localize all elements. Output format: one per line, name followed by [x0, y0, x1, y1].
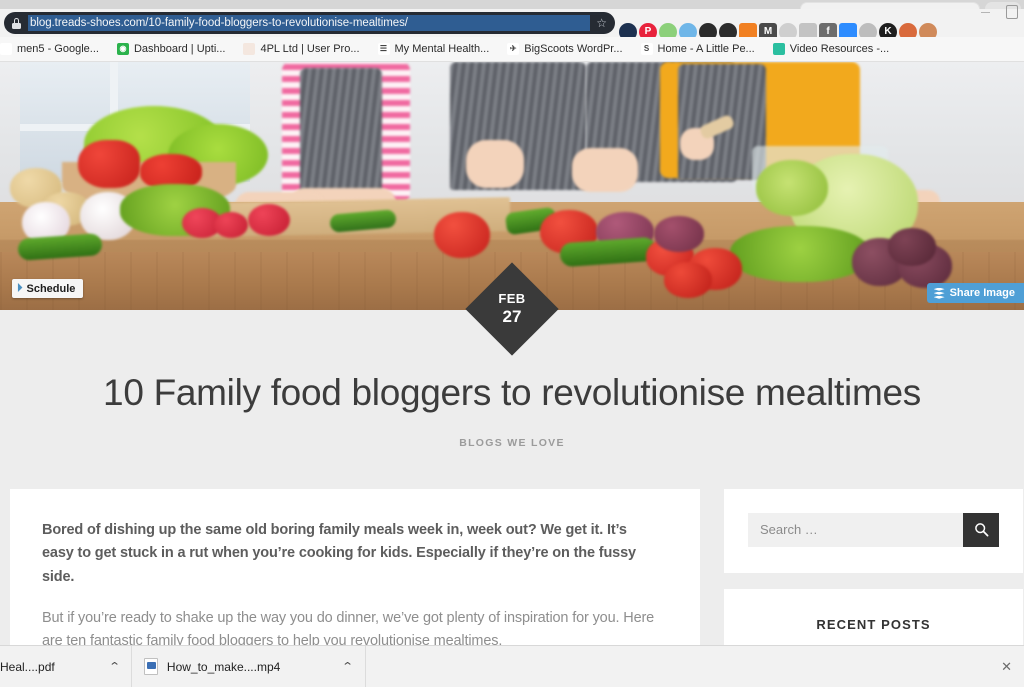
browser-window: blog.treads-shoes.com/10-family-food-blo… [0, 0, 1024, 687]
download-filename: Heal....pdf [0, 659, 55, 674]
bookmark-item[interactable]: S Home - A Little Pe... [632, 43, 764, 55]
google-docs-icon [0, 43, 12, 55]
tidal-icon: ☰ [377, 43, 390, 55]
tab-strip [0, 0, 1024, 10]
lettuce-bowl [756, 160, 828, 216]
post-date-badge: FEB 27 [465, 262, 559, 356]
bookmark-label: Dashboard | Upti... [133, 43, 226, 55]
adult-hand-center [466, 140, 524, 188]
recent-posts-widget: RECENT POSTS [724, 588, 1023, 645]
search-icon [974, 523, 988, 537]
tomato-right-pile-2 [664, 262, 712, 298]
download-item[interactable]: How_to_make....mp4 ⌃ [132, 645, 366, 687]
post-category[interactable]: BLOGS WE LOVE [45, 437, 979, 449]
bookmark-label: men5 - Google... [17, 43, 99, 55]
download-filename: How_to_make....mp4 [166, 659, 281, 674]
uptime-robot-icon: ◉ [116, 43, 129, 55]
bookmark-item[interactable]: Video Resources -... [764, 43, 898, 55]
chevron-up-icon[interactable]: ⌃ [108, 660, 120, 673]
article-body: Bored of dishing up the same old boring … [10, 488, 700, 645]
sidebar: RECENT POSTS [724, 488, 1023, 645]
schedule-button-label: Schedule [26, 282, 76, 295]
bookmarks-overflow-dash [981, 12, 990, 13]
share-image-button[interactable]: Share Image [926, 283, 1024, 303]
bookmark-label: Video Resources -... [789, 43, 890, 55]
content-row: Bored of dishing up the same old boring … [0, 488, 1024, 645]
bookmark-item[interactable]: ◉ Dashboard | Upti... [108, 43, 235, 55]
browser-toolbar: blog.treads-shoes.com/10-family-food-blo… [0, 9, 1024, 41]
url-text[interactable]: blog.treads-shoes.com/10-family-food-blo… [28, 15, 591, 31]
red-onion-right [654, 216, 704, 252]
page-icon [243, 43, 256, 55]
page-title: 10 Family food bloggers to revolutionise… [103, 372, 921, 413]
bookmark-item[interactable]: men5 - Google... [0, 43, 108, 55]
red-pepper [78, 140, 140, 188]
recent-posts-title: RECENT POSTS [816, 616, 931, 632]
squarespace-s-icon: S [640, 43, 653, 55]
star-icon[interactable]: ☆ [596, 17, 607, 29]
bigscoots-icon: ✈ [507, 43, 520, 55]
radish-2 [214, 212, 248, 238]
bookmarks-overflow-button[interactable] [1006, 5, 1018, 19]
video-file-icon [143, 658, 158, 675]
bookmark-item[interactable]: ✈ BigScoots WordPr... [498, 43, 631, 55]
search-input[interactable] [748, 512, 963, 547]
adult-hand-right [572, 148, 638, 192]
post-date-month: FEB [498, 291, 526, 307]
tomato-center [434, 212, 490, 258]
beetroot-3 [888, 228, 936, 266]
schedule-button[interactable]: ⏵ Schedule [12, 279, 84, 298]
share-image-label: Share Image [949, 287, 1015, 299]
hootsuite-schedule-icon: ⏵ [17, 282, 23, 294]
download-item[interactable]: Heal....pdf ⌃ [0, 645, 132, 687]
search-widget [724, 488, 1023, 573]
parsley-right [730, 226, 870, 282]
bookmark-item[interactable]: 4PL Ltd | User Pro... [234, 43, 368, 55]
article-paragraph-1: Bored of dishing up the same old boring … [42, 521, 636, 585]
bookmark-label: BigScoots WordPr... [524, 43, 623, 55]
lock-icon [12, 17, 21, 29]
article-paragraph-2: But if you’re ready to shake up the way … [42, 610, 655, 645]
apron-left [300, 68, 382, 196]
page-viewport: ⏵ Schedule Share Image FEB 27 10 Family … [0, 62, 1024, 645]
chevron-up-icon[interactable]: ⌃ [342, 660, 354, 673]
teal-circle-icon [772, 43, 785, 55]
radish-3 [248, 204, 290, 236]
bookmark-label: My Mental Health... [394, 43, 490, 55]
buffer-share-icon [933, 287, 945, 299]
widget-spacer [724, 573, 1023, 589]
download-shelf: Heal....pdf ⌃ How_to_make....mp4 ⌃ ✕ [0, 645, 1024, 687]
bookmark-item[interactable]: ☰ My Mental Health... [369, 43, 499, 55]
bookmark-label: Home - A Little Pe... [657, 43, 755, 55]
bookmarks-bar: men5 - Google... ◉ Dashboard | Upti... 4PL … [0, 37, 1024, 62]
search-button[interactable] [963, 512, 999, 547]
address-bar[interactable]: blog.treads-shoes.com/10-family-food-blo… [4, 12, 615, 34]
close-shelf-button[interactable]: ✕ [1001, 659, 1012, 675]
post-date-day: 27 [502, 306, 522, 326]
bookmark-label: 4PL Ltd | User Pro... [260, 43, 360, 55]
